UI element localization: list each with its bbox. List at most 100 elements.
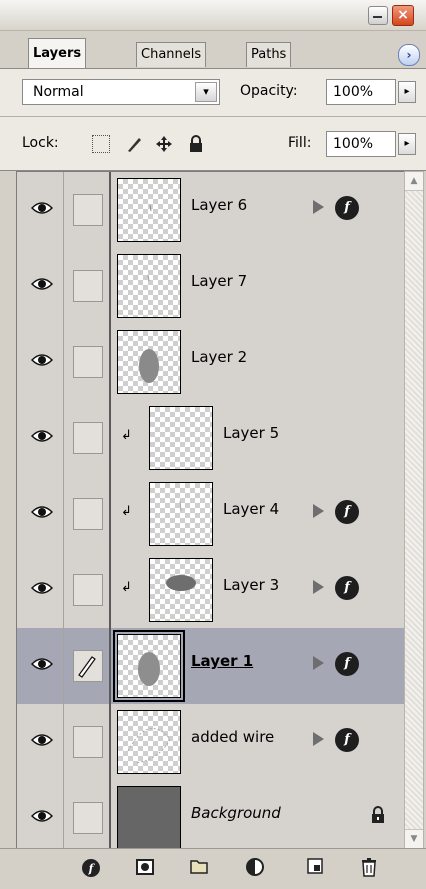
delete-layer-trash-icon[interactable] xyxy=(356,857,382,881)
opacity-label: Opacity: xyxy=(240,83,298,99)
panel-menu-icon[interactable]: › xyxy=(398,44,420,66)
layer-row[interactable]: Layer 6 f xyxy=(17,172,405,249)
fill-input[interactable]: 100% xyxy=(326,131,396,157)
layer-link-box[interactable] xyxy=(73,574,103,606)
lock-position-move-icon[interactable] xyxy=(154,135,174,153)
layer-thumbnail[interactable] xyxy=(149,558,213,622)
new-layer-icon[interactable] xyxy=(302,857,328,881)
add-layer-mask-icon[interactable] xyxy=(132,857,158,881)
effects-expand-arrow-icon[interactable] xyxy=(313,200,324,214)
visibility-eye-icon[interactable] xyxy=(21,400,64,476)
layers-panel: × Layers Channels Paths › Normal ▾ Opaci… xyxy=(0,0,426,889)
lock-icon xyxy=(371,806,385,828)
lock-image-brush-icon[interactable] xyxy=(124,135,144,153)
layer-thumbnail[interactable] xyxy=(117,330,181,394)
layer-row[interactable]: ↲ Layer 3 f xyxy=(17,552,405,629)
panel-tabs: Layers Channels Paths › xyxy=(0,30,426,70)
layers-list[interactable]: Layer 6 f Layer 7 Layer 2 ↲ Layer 5 ↲ Layer 4 f ↲… xyxy=(16,171,406,849)
visibility-eye-icon[interactable] xyxy=(21,476,64,552)
layer-effects-icon[interactable]: f xyxy=(335,576,359,600)
layer-row[interactable]: ↲ Layer 4 f xyxy=(17,476,405,553)
column-divider xyxy=(109,552,111,628)
layer-name[interactable]: Layer 6 xyxy=(191,196,247,214)
fill-value: 100% xyxy=(333,136,374,152)
layer-link-box[interactable] xyxy=(73,726,103,758)
tab-layers[interactable]: Layers xyxy=(28,38,87,70)
fill-slider-button[interactable]: ▸ xyxy=(398,133,416,155)
effects-expand-arrow-icon[interactable] xyxy=(313,504,324,518)
layers-bottom-toolbar: f xyxy=(0,848,426,889)
layer-thumbnail[interactable] xyxy=(117,710,181,774)
blend-row: Normal ▾ Opacity: 100% ▸ xyxy=(0,69,426,117)
layer-row[interactable]: ↲ Layer 5 xyxy=(17,400,405,477)
layer-effects-icon[interactable]: f xyxy=(335,500,359,524)
layer-thumbnail[interactable] xyxy=(117,178,181,242)
layer-effects-icon[interactable]: f xyxy=(335,652,359,676)
panel-titlebar: × xyxy=(0,0,426,31)
layer-thumbnail[interactable] xyxy=(117,786,181,848)
visibility-eye-icon[interactable] xyxy=(21,248,64,324)
column-divider xyxy=(109,248,111,324)
layers-scrollbar[interactable]: ▲ ▼ xyxy=(404,171,424,849)
layer-thumbnail[interactable] xyxy=(149,406,213,470)
layer-name[interactable]: Layer 1 xyxy=(191,652,253,670)
visibility-eye-icon[interactable] xyxy=(21,552,64,628)
layer-name[interactable]: Layer 5 xyxy=(223,424,279,442)
column-divider xyxy=(109,628,111,704)
chevron-down-icon[interactable]: ▾ xyxy=(195,82,217,102)
visibility-eye-icon[interactable] xyxy=(21,704,64,780)
layer-row[interactable]: Background xyxy=(17,780,405,848)
clipping-mask-arrow-icon: ↲ xyxy=(121,504,132,519)
effects-expand-arrow-icon[interactable] xyxy=(313,580,324,594)
opacity-value: 100% xyxy=(333,84,374,100)
new-group-folder-icon[interactable] xyxy=(186,857,212,881)
column-divider xyxy=(109,324,111,400)
column-divider xyxy=(109,172,111,248)
layer-row[interactable]: Layer 1 f xyxy=(17,628,405,705)
layer-name[interactable]: Layer 7 xyxy=(191,272,247,290)
minimize-button[interactable] xyxy=(368,6,388,25)
blend-mode-select[interactable]: Normal ▾ xyxy=(22,79,220,105)
layer-row[interactable]: Layer 7 xyxy=(17,248,405,325)
scroll-up-arrow[interactable]: ▲ xyxy=(405,172,423,191)
clipping-mask-arrow-icon: ↲ xyxy=(121,428,132,443)
layer-link-box[interactable] xyxy=(73,498,103,530)
layer-name[interactable]: Layer 2 xyxy=(191,348,247,366)
layer-effects-icon[interactable]: f xyxy=(335,728,359,752)
layer-link-box[interactable] xyxy=(73,194,103,226)
tab-paths[interactable]: Paths xyxy=(246,42,292,67)
visibility-eye-icon[interactable] xyxy=(21,628,64,704)
new-adjustment-layer-icon[interactable] xyxy=(242,857,268,881)
effects-expand-arrow-icon[interactable] xyxy=(313,656,324,670)
layer-link-box[interactable] xyxy=(73,422,103,454)
layer-link-box[interactable] xyxy=(73,346,103,378)
layer-name[interactable]: Layer 4 xyxy=(223,500,279,518)
layer-name[interactable]: Background xyxy=(191,804,281,822)
lock-transparency-icon[interactable] xyxy=(92,135,110,153)
layer-row[interactable]: added wire f xyxy=(17,704,405,781)
tab-channels[interactable]: Channels xyxy=(136,42,207,67)
layer-row[interactable]: Layer 2 xyxy=(17,324,405,401)
layer-name[interactable]: added wire xyxy=(191,728,274,746)
lock-all-icon[interactable] xyxy=(186,135,206,153)
layer-effects-icon[interactable]: f xyxy=(335,196,359,220)
opacity-slider-button[interactable]: ▸ xyxy=(398,81,416,103)
layer-thumbnail[interactable] xyxy=(113,630,185,702)
layer-link-box[interactable] xyxy=(73,802,103,834)
lock-row: Lock: Fill: 100% ▸ xyxy=(0,117,426,171)
layer-name[interactable]: Layer 3 xyxy=(223,576,279,594)
add-layer-style-icon[interactable]: f xyxy=(78,857,104,881)
scroll-down-arrow[interactable]: ▼ xyxy=(405,829,423,848)
layer-link-box[interactable] xyxy=(73,270,103,302)
effects-expand-arrow-icon[interactable] xyxy=(313,732,324,746)
close-button[interactable]: × xyxy=(392,5,414,26)
visibility-eye-icon[interactable] xyxy=(21,324,64,400)
visibility-eye-icon[interactable] xyxy=(21,780,64,848)
brush-icon[interactable] xyxy=(73,650,103,682)
column-divider xyxy=(109,476,111,552)
layer-thumbnail[interactable] xyxy=(149,482,213,546)
visibility-eye-icon[interactable] xyxy=(21,172,64,248)
layer-thumbnail[interactable] xyxy=(117,254,181,318)
opacity-input[interactable]: 100% xyxy=(326,79,396,105)
clipping-mask-arrow-icon: ↲ xyxy=(121,580,132,595)
